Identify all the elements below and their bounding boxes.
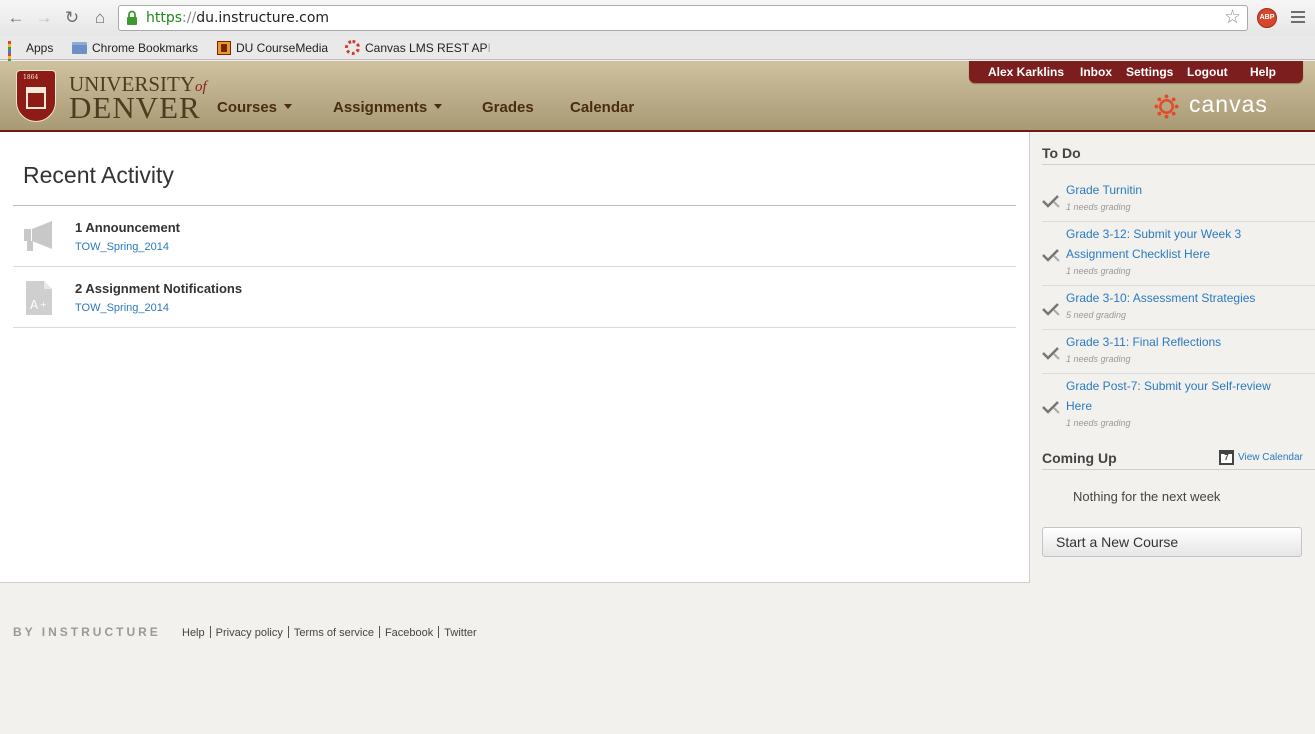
- calendar-icon: 7: [1219, 449, 1234, 465]
- du-favicon-icon: [217, 40, 231, 55]
- lock-icon: [127, 10, 137, 25]
- bookmark-label: Chrome Bookmarks: [92, 41, 199, 55]
- todo-link[interactable]: Grade 3-10: Assessment Strategies: [1066, 288, 1286, 308]
- bookmark-label: Apps: [26, 41, 54, 55]
- bookmark-apps[interactable]: Apps: [8, 39, 54, 69]
- footer-facebook-link[interactable]: Facebook: [385, 627, 433, 639]
- todo-heading: To Do: [1042, 145, 1081, 161]
- logo-denver-text: DENVER: [69, 90, 201, 125]
- recent-activity-panel: Recent Activity 1 Announcement TOW_Sprin…: [0, 132, 1030, 583]
- start-new-course-button[interactable]: Start a New Course: [1042, 527, 1302, 557]
- todo-needs-grading: 1 needs grading: [1066, 202, 1131, 212]
- folder-icon: [72, 41, 87, 54]
- url-text: https://du.instructure.com: [146, 10, 329, 27]
- coming-up-empty-text: Nothing for the next week: [1073, 489, 1221, 504]
- url-scheme: https: [146, 10, 183, 26]
- settings-link[interactable]: Settings: [1126, 64, 1173, 80]
- todo-item[interactable]: Grade Turnitin 1 needs grading ×: [1042, 180, 1315, 222]
- coming-up-heading: Coming Up: [1042, 450, 1117, 466]
- todo-needs-grading: 1 needs grading: [1066, 418, 1131, 428]
- bookmark-label: DU CourseMedia: [236, 41, 329, 55]
- todo-item[interactable]: Grade 3-11: Final Reflections 1 needs gr…: [1042, 332, 1315, 374]
- help-link[interactable]: Help: [1250, 64, 1276, 80]
- logout-link[interactable]: Logout: [1187, 64, 1228, 80]
- todo-item[interactable]: Grade 3-12: Submit your Week 3 Assignment…: [1042, 224, 1315, 286]
- browser-toolbar: ← → ↻ ⌂ https://du.instructure.com ☆ ABP: [0, 0, 1315, 36]
- canvas-logo-icon: [1154, 94, 1179, 119]
- todo-needs-grading: 1 needs grading: [1066, 266, 1131, 276]
- grade-check-icon: [1042, 303, 1060, 316]
- canvas-wordmark: canvas: [1189, 91, 1268, 117]
- reload-icon[interactable]: ↻: [61, 7, 83, 29]
- todo-link[interactable]: Grade Post-7: Submit your Self-review Her…: [1066, 376, 1286, 416]
- home-icon[interactable]: ⌂: [89, 7, 111, 29]
- todo-item[interactable]: Grade 3-10: Assessment Strategies 5 need…: [1042, 288, 1315, 330]
- user-name-link[interactable]: Alex Karklins: [988, 64, 1064, 80]
- nav-grades[interactable]: Grades: [482, 99, 534, 116]
- activity-item-announcement[interactable]: 1 Announcement TOW_Spring_2014: [13, 206, 1016, 267]
- activity-course-link[interactable]: TOW_Spring_2014: [75, 302, 169, 314]
- bookmark-label-fade: I: [487, 41, 491, 55]
- activity-item-assignments[interactable]: A + 2 Assignment Notifications TOW_Sprin…: [13, 267, 1016, 328]
- caret-down-icon: [284, 104, 293, 109]
- forward-icon[interactable]: →: [33, 7, 55, 29]
- grade-check-icon: [1042, 401, 1060, 414]
- todo-needs-grading: 1 needs grading: [1066, 354, 1131, 364]
- svg-text:+: +: [40, 300, 47, 309]
- right-sidebar: To Do Grade Turnitin 1 needs grading × G…: [1030, 132, 1315, 734]
- footer-privacy-link[interactable]: Privacy policy: [216, 627, 283, 639]
- inbox-link[interactable]: Inbox: [1080, 64, 1112, 80]
- todo-item[interactable]: Grade Post-7: Submit your Self-review Her…: [1042, 376, 1315, 436]
- activity-title[interactable]: 1 Announcement: [75, 220, 180, 235]
- canvas-header: 1864 UNIVERSITYof DENVER Courses Assignm…: [0, 61, 1315, 132]
- coming-up-divider: [1042, 469, 1315, 470]
- footer-links: Help Privacy policy Terms of service Facebo…: [182, 626, 477, 639]
- back-icon[interactable]: ←: [5, 7, 27, 29]
- footer-terms-link[interactable]: Terms of service: [294, 627, 374, 639]
- todo-link[interactable]: Grade Turnitin: [1066, 180, 1286, 200]
- bookmark-star-icon[interactable]: ☆: [1224, 8, 1241, 28]
- url-host: du.instructure.com: [196, 10, 330, 26]
- footer-help-link[interactable]: Help: [182, 627, 205, 639]
- crest-icon: 1864: [16, 70, 56, 122]
- activity-title[interactable]: 2 Assignment Notifications: [75, 281, 242, 296]
- bookmark-label: Canvas LMS REST AP: [365, 41, 488, 55]
- activity-course-link[interactable]: TOW_Spring_2014: [75, 241, 169, 253]
- nav-assignments[interactable]: Assignments: [333, 99, 443, 116]
- footer-twitter-link[interactable]: Twitter: [444, 627, 476, 639]
- bookmark-chrome-bookmarks[interactable]: Chrome Bookmarks: [72, 39, 198, 57]
- megaphone-icon: [24, 221, 52, 251]
- browser-menu-icon[interactable]: [1291, 11, 1305, 26]
- svg-text:A: A: [30, 298, 39, 312]
- university-of-denver-logo[interactable]: 1864 UNIVERSITYof DENVER: [15, 69, 207, 124]
- bookmarks-bar: Apps Chrome Bookmarks DU CourseMedia Can…: [0, 36, 1315, 69]
- footer-instructure-brand[interactable]: BY INSTRUCTURE: [13, 625, 161, 639]
- assignment-icon: A +: [26, 281, 52, 315]
- view-calendar-link[interactable]: 7 View Calendar: [1219, 449, 1303, 466]
- bookmark-canvas-lms-rest[interactable]: Canvas LMS REST API: [345, 39, 491, 57]
- address-bar[interactable]: https://du.instructure.com ☆: [118, 5, 1248, 31]
- adblock-icon[interactable]: ABP: [1257, 8, 1277, 28]
- canvas-favicon-icon: [345, 40, 360, 56]
- nav-courses[interactable]: Courses: [217, 99, 293, 116]
- todo-divider: [1042, 164, 1315, 165]
- caret-down-icon: [434, 104, 443, 109]
- todo-link[interactable]: Grade 3-11: Final Reflections: [1066, 332, 1286, 352]
- bookmark-du-coursemedia[interactable]: DU CourseMedia: [217, 39, 328, 57]
- crest-year: 1864: [23, 74, 39, 81]
- todo-needs-grading: 5 need grading: [1066, 310, 1127, 320]
- page-title: Recent Activity: [23, 162, 174, 188]
- nav-calendar[interactable]: Calendar: [570, 99, 634, 116]
- url-separator: ://: [182, 10, 197, 26]
- grade-check-icon: [1042, 249, 1060, 262]
- todo-link[interactable]: Grade 3-12: Submit your Week 3 Assignment…: [1066, 224, 1286, 264]
- user-menu: Alex Karklins Inbox Settings Logout Help: [969, 61, 1303, 83]
- apps-grid-icon: [8, 41, 21, 69]
- grade-check-icon: [1042, 195, 1060, 208]
- grade-check-icon: [1042, 347, 1060, 360]
